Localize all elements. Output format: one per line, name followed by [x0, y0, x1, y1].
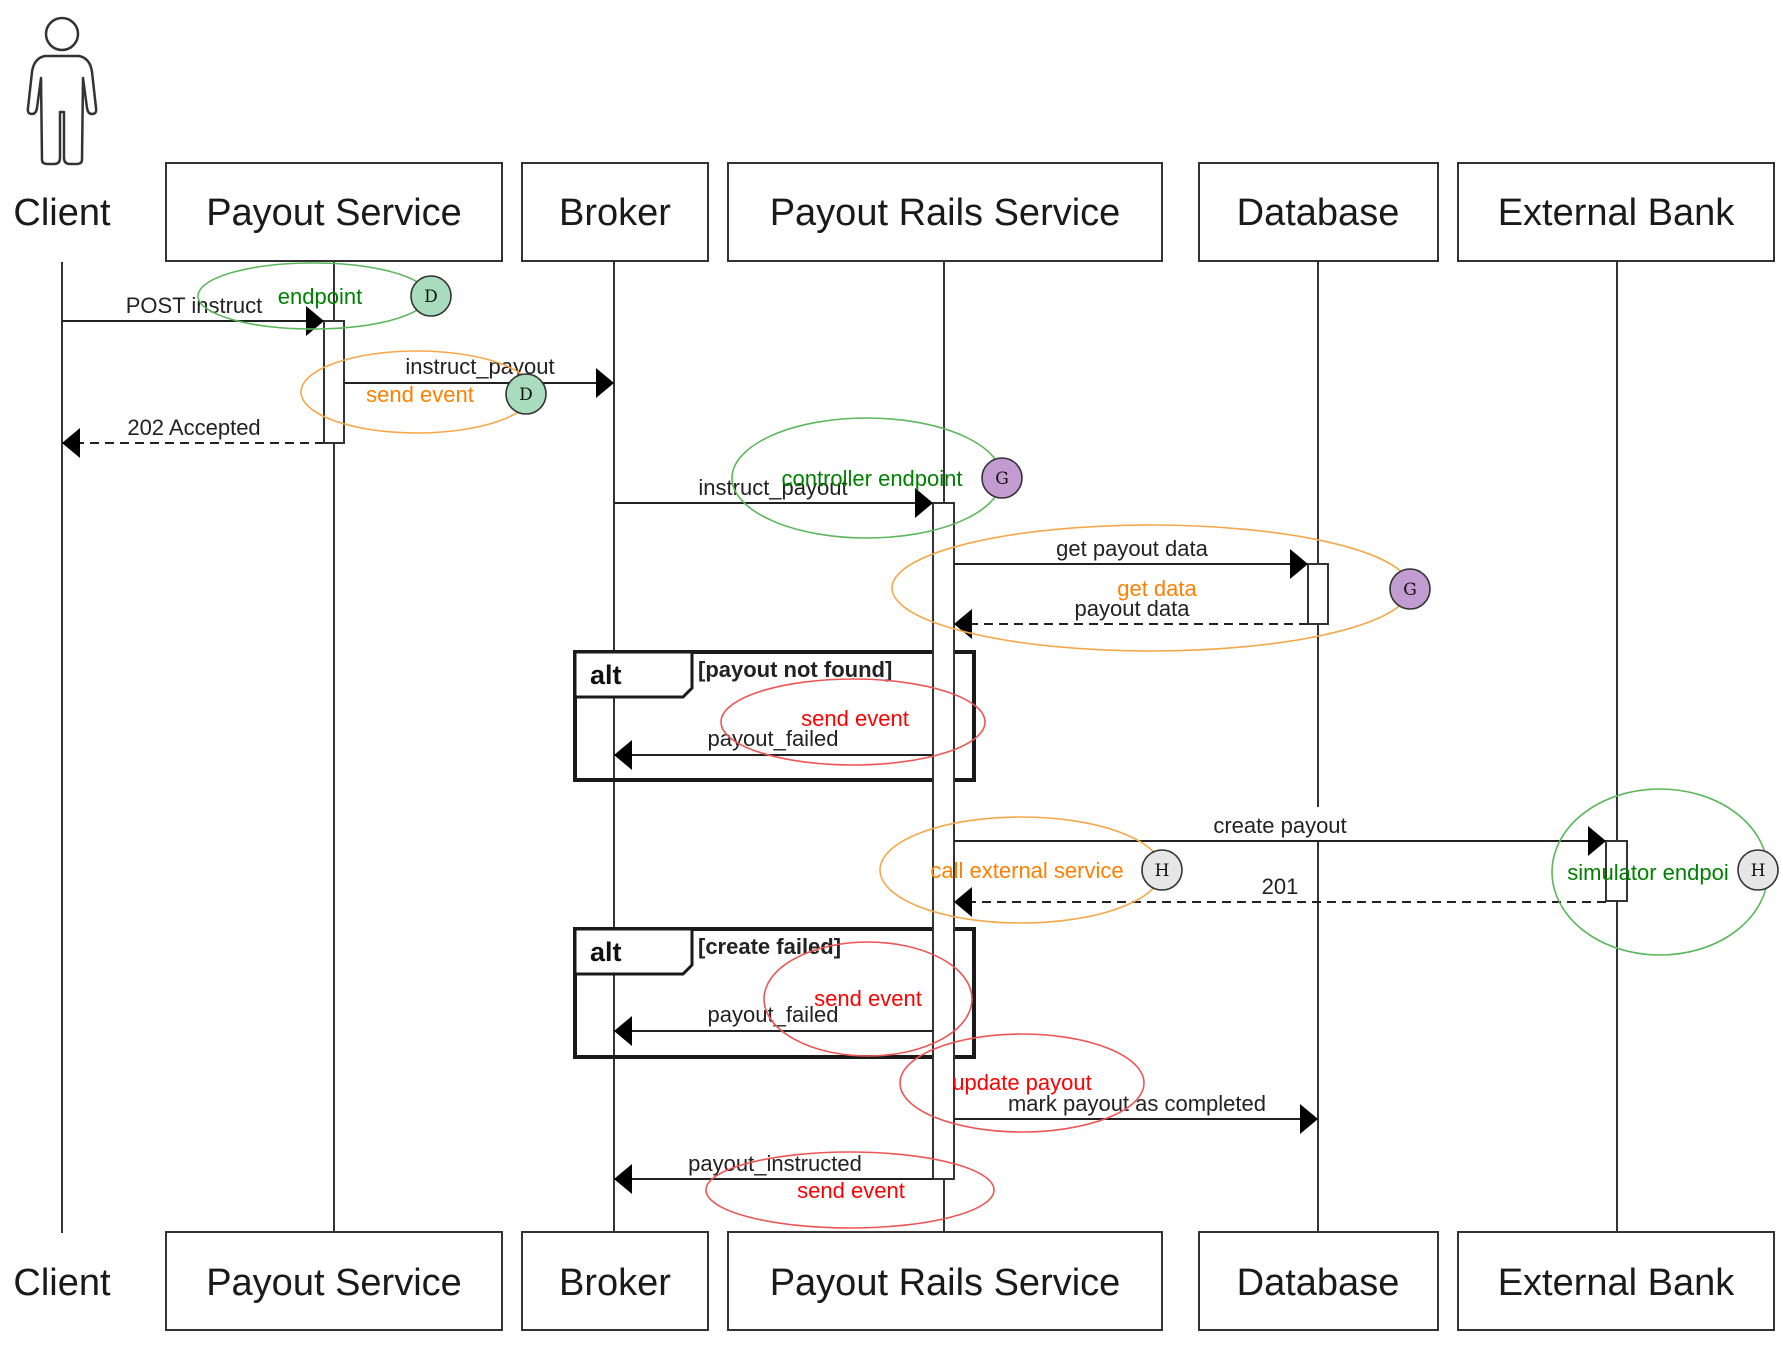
activation-database — [1307, 563, 1329, 625]
annotation-text: simulator endpoi — [1567, 860, 1728, 885]
participant-label: Database — [1237, 1262, 1400, 1304]
message-label: POST instruct — [126, 293, 263, 318]
message-label: 202 Accepted — [127, 415, 260, 440]
arrowhead-icon — [915, 488, 933, 518]
client-actor-icon — [26, 16, 98, 166]
message-202-accepted: 202 Accepted — [62, 415, 324, 458]
participant-broker-bottom: Broker — [521, 1231, 709, 1331]
arrowhead-icon — [954, 609, 972, 639]
participant-client-top: Client — [13, 192, 111, 234]
activation-payout-service — [323, 320, 345, 444]
message-label: get payout data — [1056, 536, 1208, 561]
annotation-text: controller endpoint — [781, 466, 962, 491]
arrowhead-icon — [1588, 826, 1606, 856]
annotation-text: send event — [814, 986, 922, 1011]
participant-database-bottom: Database — [1198, 1231, 1439, 1331]
participant-label: Broker — [559, 192, 671, 234]
badge-letter: H — [1155, 861, 1170, 881]
annotation-text: send event — [366, 382, 474, 407]
annotation-text: call external service — [930, 858, 1123, 883]
message-label: payout_instructed — [688, 1151, 862, 1176]
annotation-call-external-service: call external service H — [879, 816, 1183, 924]
participant-payout-service-top: Payout Service — [165, 162, 503, 262]
arrowhead-icon — [62, 428, 80, 458]
annotation-text: send event — [801, 706, 909, 731]
participant-external-bank-top: External Bank — [1457, 162, 1775, 262]
participant-label: Payout Service — [206, 1262, 462, 1304]
participant-external-bank-bottom: External Bank — [1457, 1231, 1775, 1331]
participant-payout-rails-top: Payout Rails Service — [727, 162, 1163, 262]
badge-letter: H — [1751, 861, 1766, 881]
participant-broker-top: Broker — [521, 162, 709, 262]
participant-label: External Bank — [1498, 1262, 1736, 1304]
annotation-simulator-endpoint: simulator endpoi H — [1551, 788, 1779, 956]
arrowhead-icon — [954, 887, 972, 917]
arrowhead-icon — [614, 740, 632, 770]
participant-label: Broker — [559, 1262, 671, 1304]
arrowhead-icon — [306, 306, 324, 336]
message-label: create payout — [1213, 813, 1346, 838]
arrowhead-icon — [614, 1164, 632, 1194]
frame-guard: [create failed] — [698, 934, 841, 959]
arrowhead-icon — [1290, 549, 1308, 579]
participant-label: Payout Service — [206, 192, 462, 234]
arrowhead-icon — [1300, 1104, 1318, 1134]
arrowhead-icon — [614, 1016, 632, 1046]
badge-letter: G — [1403, 580, 1417, 600]
message-get-payout-data: get payout data — [954, 536, 1308, 579]
participant-label: Payout Rails Service — [770, 1262, 1121, 1304]
message-mark-payout-completed: mark payout as completed — [954, 1091, 1318, 1134]
participant-payout-rails-bottom: Payout Rails Service — [727, 1231, 1163, 1331]
frame-operator: alt — [590, 660, 622, 690]
participant-label: Database — [1237, 192, 1400, 234]
participant-payout-service-bottom: Payout Service — [165, 1231, 503, 1331]
frame-operator: alt — [590, 937, 622, 967]
message-label: 201 — [1262, 874, 1299, 899]
participant-database-top: Database — [1198, 162, 1439, 262]
message-payout-data: payout data — [954, 596, 1308, 639]
badge-letter: D — [424, 287, 438, 307]
annotation-text: get data — [1117, 576, 1197, 601]
annotation-text: send event — [797, 1178, 905, 1203]
annotation-text: endpoint — [278, 284, 362, 309]
message-create-payout: create payout — [954, 813, 1606, 856]
badge-letter: D — [519, 385, 533, 405]
badge-letter: G — [995, 469, 1009, 489]
arrowhead-icon — [596, 368, 614, 398]
activation-payout-rails — [932, 502, 955, 1180]
participant-client-bottom: Client — [13, 1262, 111, 1304]
annotation-text: update payout — [952, 1070, 1091, 1095]
participant-label: Payout Rails Service — [770, 192, 1121, 234]
sequence-diagram: Client Payout Service Broker Payout Rail… — [13, 16, 1779, 1331]
frame-guard: [payout not found] — [698, 657, 892, 682]
participant-label: External Bank — [1498, 192, 1736, 234]
